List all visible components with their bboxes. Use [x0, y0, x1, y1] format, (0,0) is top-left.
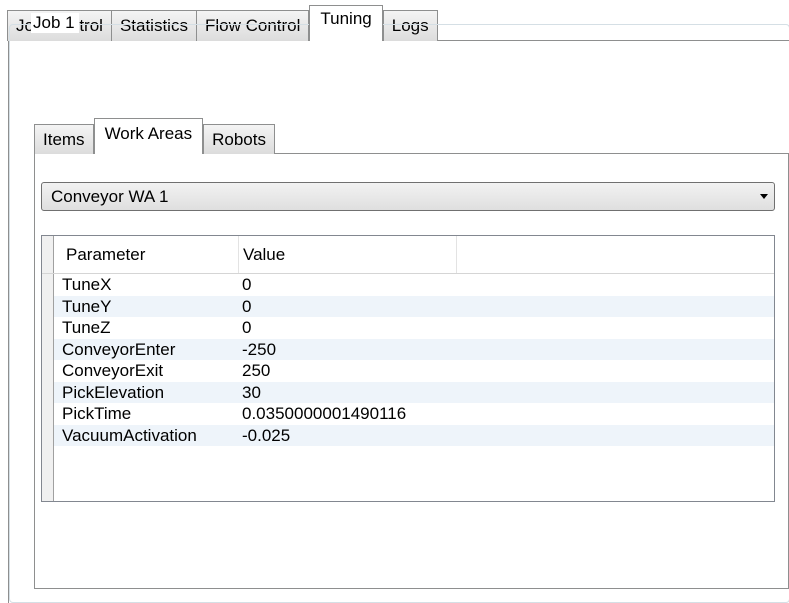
tab-robots[interactable]: Robots — [203, 124, 275, 154]
table-row[interactable]: ConveyorEnter -250 — [54, 338, 774, 361]
parameter-cell[interactable]: TuneZ — [54, 317, 239, 339]
table-row[interactable]: TuneX 0 — [54, 274, 774, 296]
tab-items[interactable]: Items — [34, 124, 94, 154]
work-area-select-value: Conveyor WA 1 — [51, 187, 169, 206]
value-cell[interactable]: 0 — [239, 317, 499, 339]
parameter-cell[interactable]: TuneX — [54, 274, 239, 296]
tab-tuning[interactable]: Tuning — [309, 5, 383, 41]
parameter-cell[interactable]: PickTime — [54, 403, 239, 425]
row-header-column[interactable] — [42, 236, 54, 501]
parameter-grid[interactable]: Parameter Value TuneX 0 TuneY 0 TuneZ 0 … — [41, 235, 775, 502]
grid-header: Parameter Value — [42, 236, 774, 274]
chevron-down-icon[interactable] — [760, 194, 768, 199]
parameter-cell[interactable]: VacuumActivation — [54, 425, 239, 447]
column-header-parameter[interactable]: Parameter — [54, 236, 239, 273]
job-tab-strip: Items Work Areas Robots — [34, 118, 275, 154]
value-cell[interactable]: 30 — [239, 382, 499, 404]
grid-rows: TuneX 0 TuneY 0 TuneZ 0 ConveyorEnter -2… — [54, 274, 774, 446]
value-cell[interactable]: -0.025 — [239, 425, 499, 447]
table-row[interactable]: PickTime 0.0350000001490116 — [54, 403, 774, 425]
table-row[interactable]: VacuumActivation -0.025 — [54, 424, 774, 447]
value-cell[interactable]: 250 — [239, 360, 499, 382]
table-row[interactable]: TuneY 0 — [54, 295, 774, 318]
column-header-value[interactable]: Value — [239, 236, 457, 273]
parameter-cell[interactable]: ConveyorExit — [54, 360, 239, 382]
work-area-select[interactable]: Conveyor WA 1 — [41, 182, 775, 211]
value-cell[interactable]: 0 — [239, 274, 499, 296]
value-cell[interactable]: 0.0350000001490116 — [239, 403, 499, 425]
parameter-cell[interactable]: TuneY — [54, 296, 239, 318]
parameter-cell[interactable]: PickElevation — [54, 382, 239, 404]
value-cell[interactable]: 0 — [239, 296, 499, 318]
tab-work-areas[interactable]: Work Areas — [93, 118, 204, 154]
value-cell[interactable]: -250 — [239, 339, 499, 361]
table-row[interactable]: ConveyorExit 250 — [54, 360, 774, 382]
parameter-cell[interactable]: ConveyorEnter — [54, 339, 239, 361]
table-row[interactable]: TuneZ 0 — [54, 317, 774, 339]
job-group-title: Job 1 — [31, 13, 79, 33]
table-row[interactable]: PickElevation 30 — [54, 381, 774, 404]
